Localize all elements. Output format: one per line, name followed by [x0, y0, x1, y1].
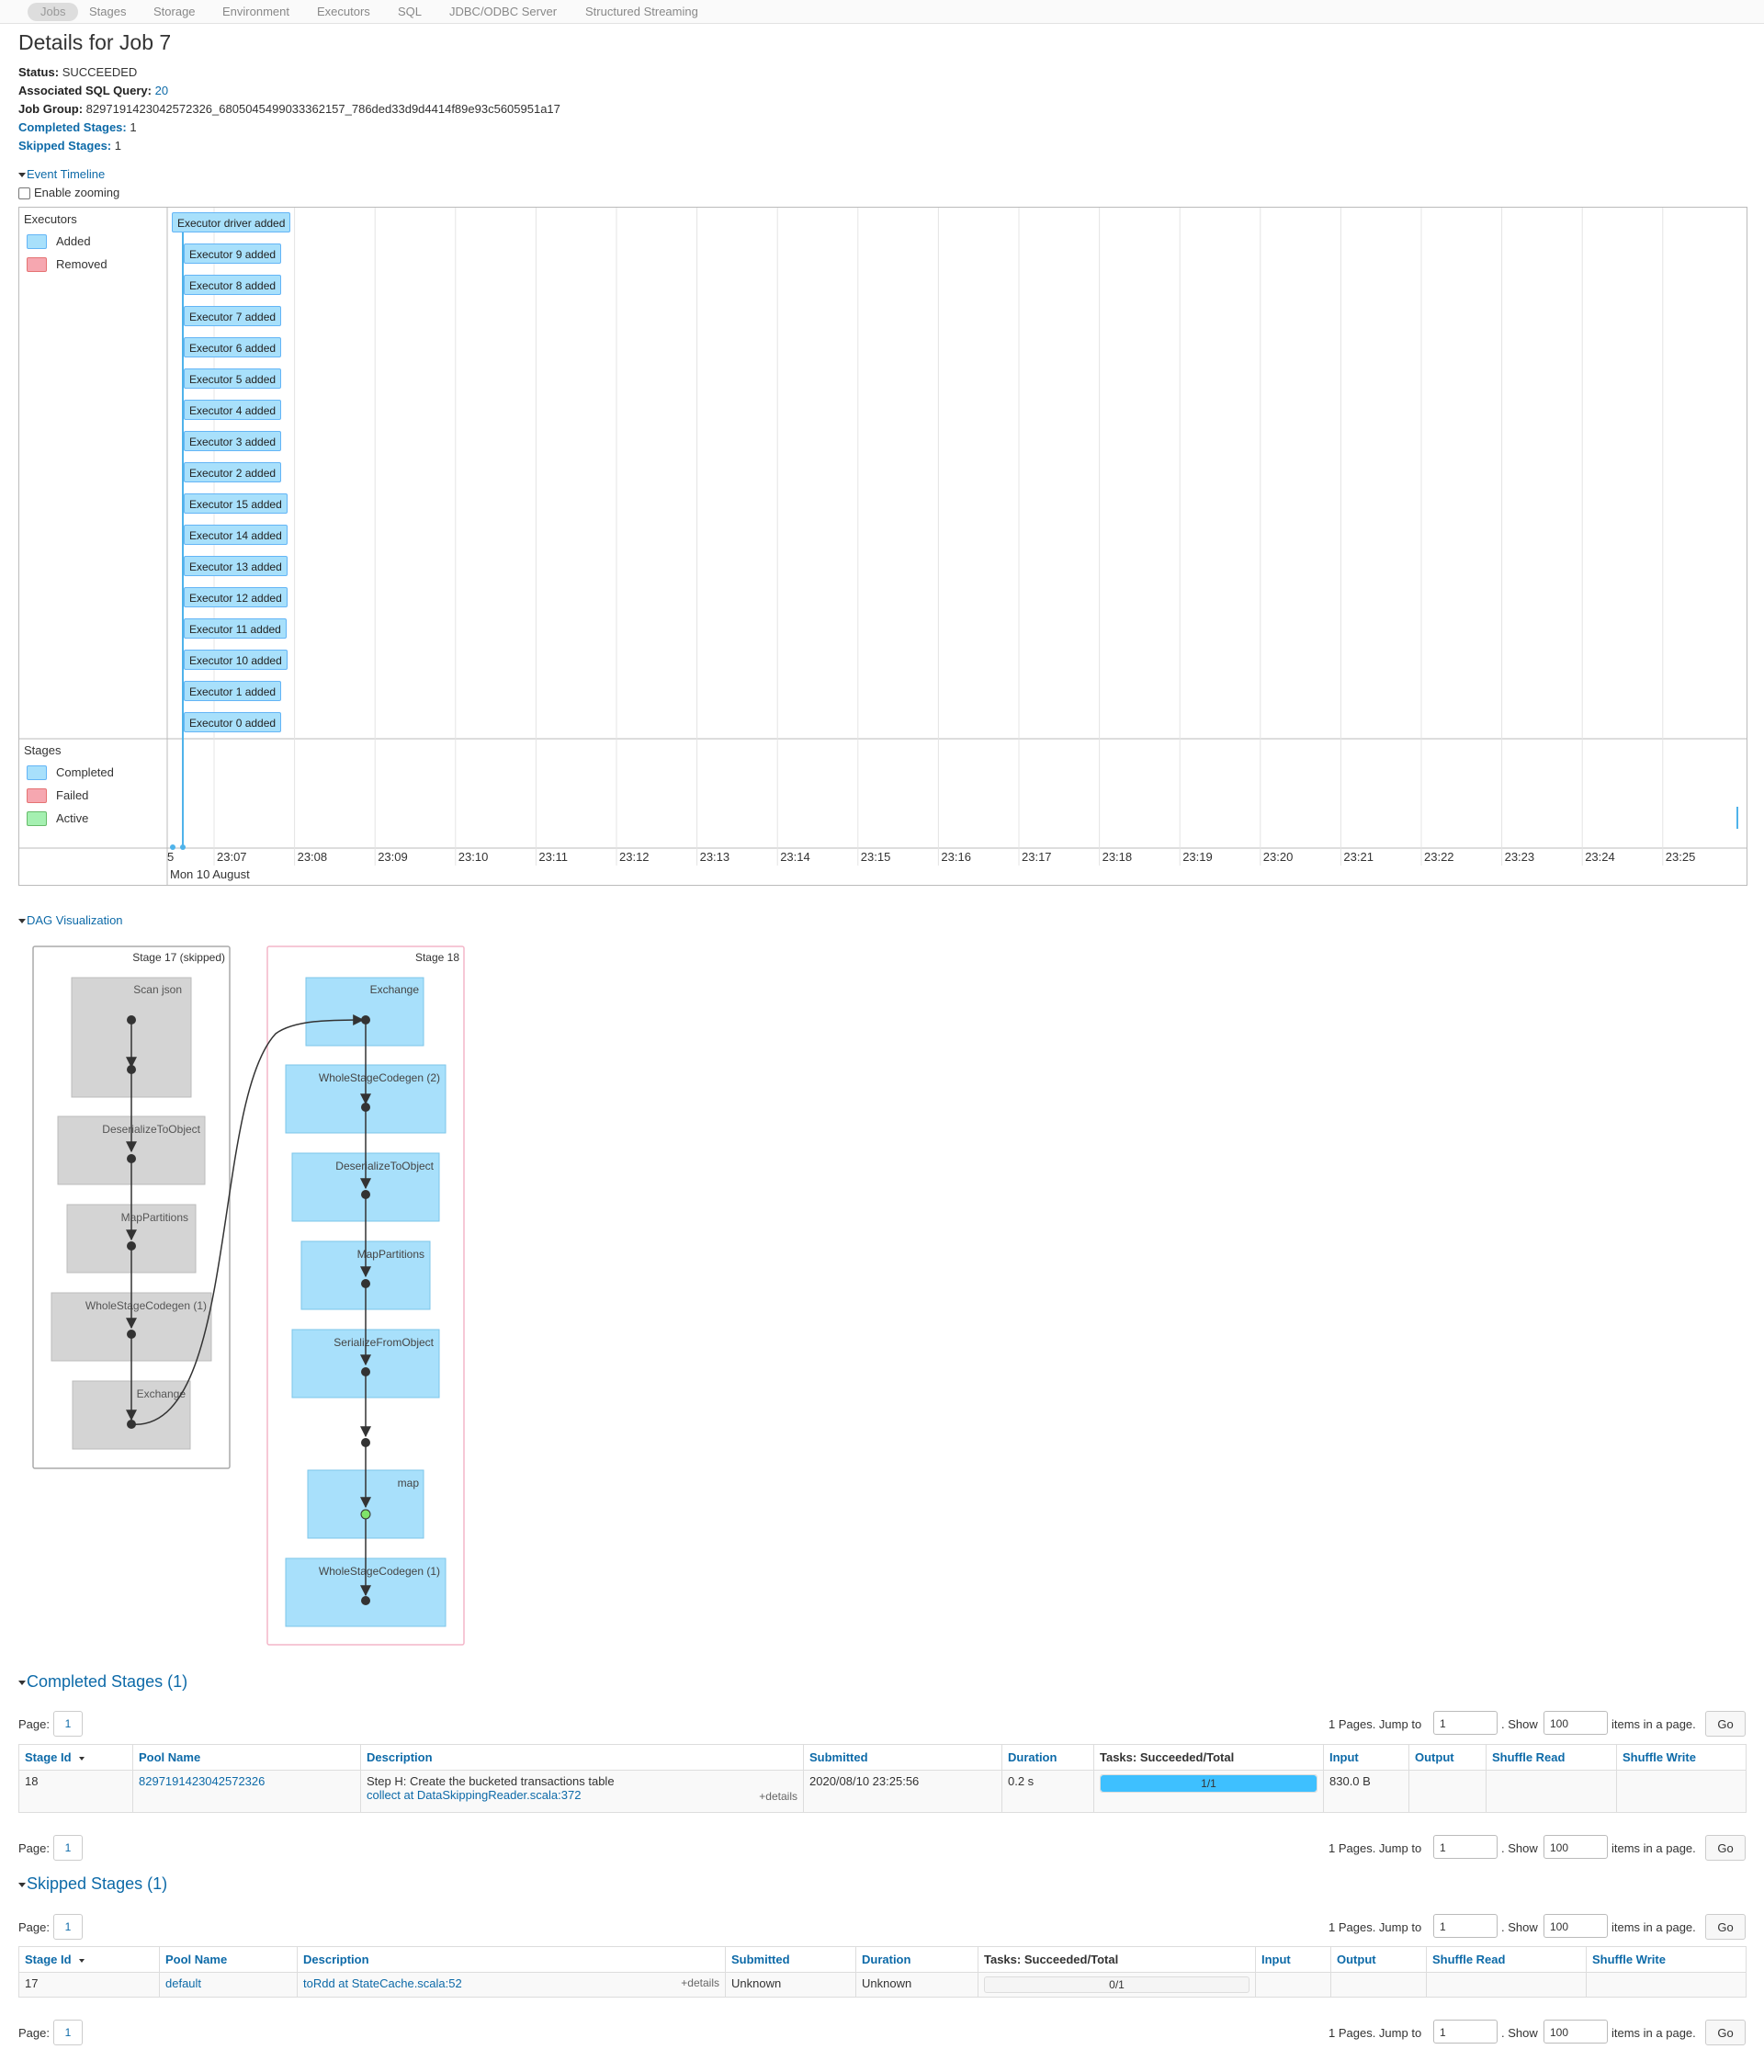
skipped-pager-bottom: Page: 1 1 Pages. Jump to 1 . Show 100 it… — [18, 2020, 1746, 2047]
table-row: 17 default toRdd at StateCache.scala:52 … — [18, 1972, 1747, 1998]
page-size-input[interactable]: 100 — [1544, 1711, 1608, 1735]
stage-17-label: Stage 17 (skipped) — [132, 951, 225, 964]
jump-to-input[interactable]: 1 — [1433, 2020, 1498, 2044]
page-1-link[interactable]: 1 — [53, 2020, 83, 2045]
col-stage-id[interactable]: Stage Id — [18, 1946, 160, 1973]
details-toggle[interactable]: +details — [681, 1976, 719, 1989]
description-link[interactable]: toRdd at StateCache.scala:52 — [303, 1976, 462, 1990]
pool-name-link[interactable]: default — [165, 1976, 201, 1990]
description-title: Step H: Create the bucketed transactions… — [367, 1774, 615, 1788]
table-row: 18 8297191423042572326 Step H: Create th… — [18, 1770, 1747, 1813]
col-shuffle-write[interactable]: Shuffle Write — [1616, 1744, 1747, 1771]
triangle-down-icon — [18, 1882, 26, 1887]
svg-text:Scan json: Scan json — [133, 983, 182, 996]
page-size-input[interactable]: 100 — [1544, 2020, 1608, 2044]
sort-desc-icon — [78, 1756, 85, 1761]
completed-pager-bottom: Page: 1 1 Pages. Jump to 1 . Show 100 it… — [18, 1835, 1746, 1863]
col-stage-id[interactable]: Stage Id — [18, 1744, 133, 1771]
stage-id-cell: 17 — [18, 1972, 160, 1998]
shuffle-write-cell — [1616, 1770, 1747, 1813]
svg-text:WholeStageCodegen (1): WholeStageCodegen (1) — [85, 1299, 207, 1312]
go-button[interactable]: Go — [1705, 1711, 1746, 1737]
col-duration[interactable]: Duration — [1001, 1744, 1094, 1771]
col-tasks: Tasks: Succeeded/Total — [1093, 1744, 1324, 1771]
jump-to-input[interactable]: 1 — [1433, 1711, 1498, 1735]
col-input[interactable]: Input — [1255, 1946, 1331, 1973]
skipped-stages-toggle[interactable]: Skipped Stages (1) — [18, 1874, 167, 1894]
jump-to-input[interactable]: 1 — [1433, 1835, 1498, 1859]
jump-to-input[interactable]: 1 — [1433, 1914, 1498, 1938]
col-description[interactable]: Description — [360, 1744, 804, 1771]
input-cell: 830.0 B — [1323, 1770, 1409, 1813]
stage-18-node-exchange[interactable]: Exchange — [305, 977, 424, 1047]
triangle-down-icon — [18, 1680, 26, 1685]
table-header-row: Stage Id Pool Name Description Submitted… — [18, 1744, 1747, 1771]
col-description[interactable]: Description — [297, 1946, 726, 1973]
output-cell — [1408, 1770, 1487, 1813]
page-1-link[interactable]: 1 — [53, 1835, 83, 1861]
page-size-input[interactable]: 100 — [1544, 1914, 1608, 1938]
stage-id-cell: 18 — [18, 1770, 133, 1813]
col-output[interactable]: Output — [1408, 1744, 1487, 1771]
col-input[interactable]: Input — [1323, 1744, 1409, 1771]
svg-text:DeserializeToObject: DeserializeToObject — [102, 1123, 200, 1136]
task-progress-bar: 1/1 — [1100, 1774, 1317, 1793]
table-header-row: Stage Id Pool Name Description Submitted… — [18, 1946, 1747, 1973]
col-shuffle-read[interactable]: Shuffle Read — [1486, 1744, 1617, 1771]
col-shuffle-read[interactable]: Shuffle Read — [1426, 1946, 1587, 1973]
svg-text:MapPartitions: MapPartitions — [357, 1248, 424, 1261]
go-button[interactable]: Go — [1705, 2020, 1746, 2045]
shuffle-read-cell — [1486, 1770, 1617, 1813]
sort-desc-icon — [78, 1958, 85, 1963]
details-toggle[interactable]: +details — [759, 1790, 797, 1803]
task-progress-text: 0/1 — [1109, 1978, 1125, 1991]
svg-text:map: map — [398, 1477, 420, 1489]
task-progress-text: 1/1 — [1201, 1777, 1216, 1790]
output-cell — [1330, 1972, 1427, 1998]
task-progress-bar: 0/1 — [984, 1976, 1250, 1993]
duration-cell: 0.2 s — [1001, 1770, 1094, 1813]
duration-cell: Unknown — [855, 1972, 978, 1998]
go-button[interactable]: Go — [1705, 1835, 1746, 1861]
svg-text:DeserializeToObject: DeserializeToObject — [335, 1160, 434, 1172]
svg-text:SerializeFromObject: SerializeFromObject — [334, 1336, 434, 1349]
shuffle-write-cell — [1586, 1972, 1747, 1998]
go-button[interactable]: Go — [1705, 1914, 1746, 1940]
col-tasks: Tasks: Succeeded/Total — [978, 1946, 1256, 1973]
page-size-input[interactable]: 100 — [1544, 1835, 1608, 1859]
col-pool-name[interactable]: Pool Name — [159, 1946, 298, 1973]
col-output[interactable]: Output — [1330, 1946, 1427, 1973]
col-pool-name[interactable]: Pool Name — [132, 1744, 361, 1771]
input-cell — [1255, 1972, 1331, 1998]
pool-name-link[interactable]: 8297191423042572326 — [139, 1774, 265, 1788]
submitted-cell: Unknown — [725, 1972, 856, 1998]
page-1-link[interactable]: 1 — [53, 1711, 83, 1737]
svg-text:WholeStageCodegen (2): WholeStageCodegen (2) — [319, 1071, 440, 1084]
completed-pager-top: Page: 1 1 Pages. Jump to 1 . Show 100 it… — [18, 1711, 1746, 1738]
description-link[interactable]: collect at DataSkippingReader.scala:372 — [367, 1788, 581, 1802]
svg-text:Exchange: Exchange — [370, 983, 420, 996]
page-1-link[interactable]: 1 — [53, 1914, 83, 1940]
col-submitted[interactable]: Submitted — [725, 1946, 856, 1973]
completed-stages-toggle[interactable]: Completed Stages (1) — [18, 1672, 187, 1692]
col-shuffle-write[interactable]: Shuffle Write — [1586, 1946, 1747, 1973]
skipped-stages-table: Stage Id Pool Name Description Submitted… — [18, 1946, 1747, 1998]
stage-18-label: Stage 18 — [415, 951, 459, 964]
svg-text:WholeStageCodegen (1): WholeStageCodegen (1) — [319, 1565, 440, 1578]
skipped-pager-top: Page: 1 1 Pages. Jump to 1 . Show 100 it… — [18, 1914, 1746, 1942]
shuffle-read-cell — [1426, 1972, 1587, 1998]
completed-stages-table: Stage Id Pool Name Description Submitted… — [18, 1744, 1747, 1813]
col-duration[interactable]: Duration — [855, 1946, 978, 1973]
submitted-cell: 2020/08/10 23:25:56 — [803, 1770, 1002, 1813]
dag-visualization: Stage 17 (skipped) Scan json Deserialize… — [32, 945, 465, 1646]
col-submitted[interactable]: Submitted — [803, 1744, 1002, 1771]
